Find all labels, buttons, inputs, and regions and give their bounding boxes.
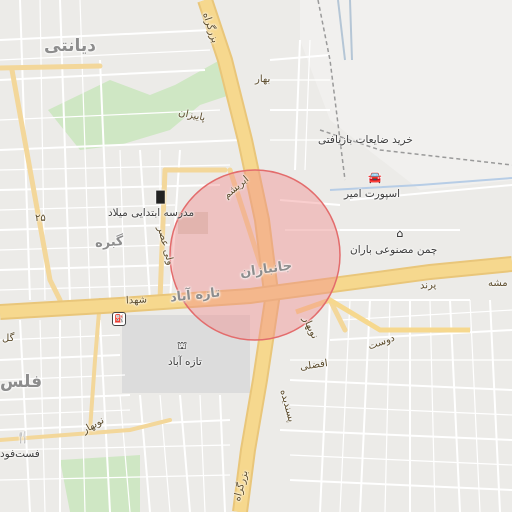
car-icon[interactable]: 🚘: [368, 172, 382, 184]
label-moshe: مشه: [488, 278, 508, 289]
label-parand: پرند: [419, 279, 437, 292]
label-deyanati: دیانتی: [44, 36, 97, 56]
label-num25: ۲۵: [35, 213, 46, 224]
sports-icon[interactable]: ⌂: [394, 228, 406, 240]
restaurant-icon[interactable]: 🍴: [16, 432, 30, 444]
fuel-icon[interactable]: ⛽: [112, 312, 126, 326]
label-ghebre: گبره: [94, 234, 125, 251]
label-chaman[interactable]: چمن مصنوعی باران: [350, 244, 437, 256]
label-madrese[interactable]: مدرسه ابتدایی میلاد: [108, 207, 194, 219]
school-icon[interactable]: ▐▌: [152, 192, 169, 204]
label-bahar: بهار: [255, 74, 271, 85]
map-canvas[interactable]: دیانتی گبره جانبازان تازه آباد فلس شهدا …: [0, 0, 512, 512]
label-shohada: شهدا: [125, 294, 148, 307]
label-fastfood[interactable]: فست‌فود: [0, 448, 40, 460]
label-kharid[interactable]: خرید ضایعات بازیافتی: [318, 134, 413, 146]
landmark-icon[interactable]: ⛫: [176, 340, 188, 352]
highlight-circle: [169, 169, 341, 341]
label-esport[interactable]: اسپورت امیر: [344, 188, 400, 200]
label-gol: گل: [2, 333, 15, 344]
label-felestin: فلس: [0, 372, 43, 392]
label-tazeabad-poi[interactable]: تازه آباد: [168, 356, 202, 368]
